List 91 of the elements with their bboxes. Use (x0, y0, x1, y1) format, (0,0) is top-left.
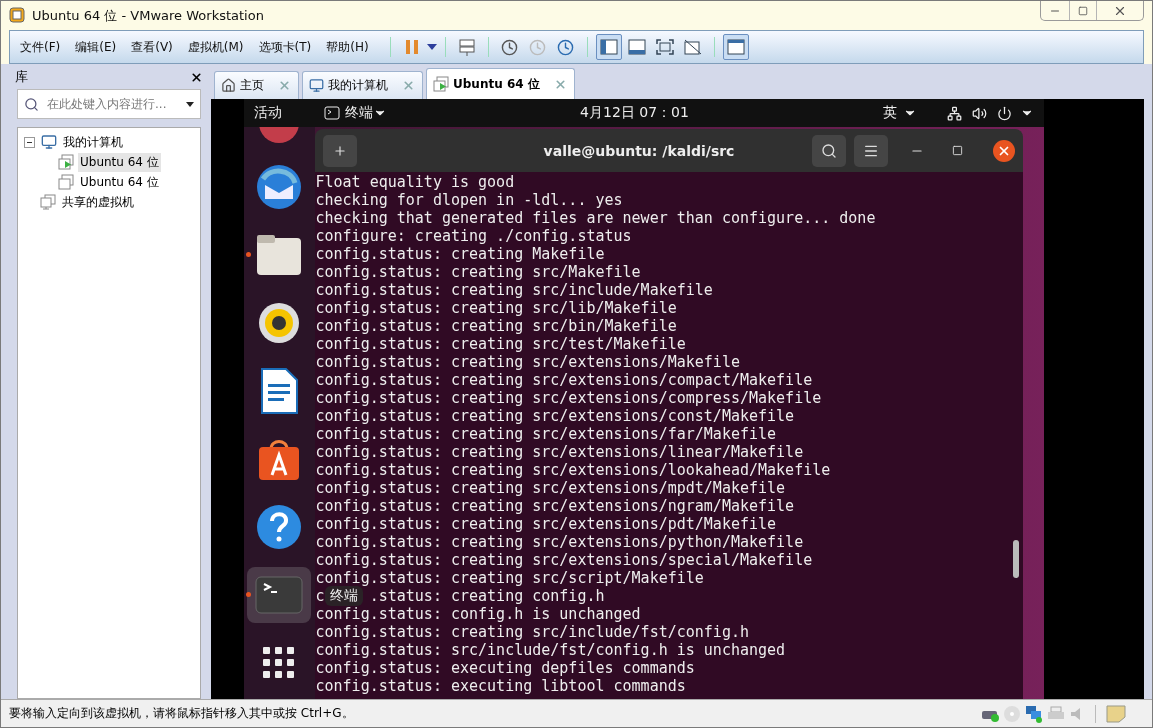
menu-item[interactable]: 查看(V) (131, 38, 181, 56)
search-field[interactable]: 在此处键入内容进行... (17, 89, 201, 119)
speaker-icon[interactable] (258, 302, 300, 344)
terminal-line: config.status: creating src/test/Makefile (315, 335, 686, 353)
close-icon[interactable] (190, 70, 203, 84)
app-grid-icon[interactable] (262, 646, 296, 680)
menu-button[interactable] (853, 134, 888, 167)
terminal-line: config.status: creating src/script/Makefile (315, 569, 704, 587)
dropdown-caret-icon[interactable] (426, 44, 437, 50)
window-title: Ubuntu 64 位 - VMware Workstation (32, 7, 265, 25)
search-icon (820, 142, 837, 159)
terminal-line: config.status: creating src/extensions/pdt/Makefile (315, 515, 777, 533)
monitor-icon (41, 134, 57, 150)
terminal-line: config.status: creating src/extensions/special/Makefile (315, 551, 813, 569)
terminal-line: config.status: creating src/extensions/const/Makefile (315, 407, 795, 425)
tree-item[interactable]: 共享的虚拟机 (60, 192, 136, 212)
terminal-line: config.status: creating Makefile (315, 245, 605, 263)
menu-item[interactable]: 虚拟机(M) (187, 38, 252, 56)
tab[interactable]: 我的计算机 (302, 71, 423, 99)
terminal-line: config.status: creating src/extensions/far/Makefile (315, 425, 777, 443)
document-icon[interactable] (260, 368, 298, 414)
dropdown-caret-icon (186, 101, 194, 107)
activities-button[interactable]: 活动 (253, 104, 282, 122)
running-dot (246, 252, 251, 257)
terminal-line: config.status: creating src/include/Makefile (315, 281, 713, 299)
terminal-line: checking that generated files are newer than configure... done (315, 209, 876, 227)
terminal-line: config.status: executing libtool commands (315, 677, 686, 695)
terminal-title: valle@ubuntu: /kaldi/src (542, 142, 736, 159)
terminal-line: config.status: creating src/extensions/linear/Makefile (315, 443, 804, 461)
terminal-line: config.status: creating src/extensions/lookahead/Makefile (315, 461, 831, 479)
terminal-line: config.status: config.h is unchanged (315, 605, 641, 623)
vm-icon (433, 76, 449, 92)
new-tab-button[interactable] (322, 134, 357, 167)
terminal-text: c (315, 587, 325, 605)
network-adapter-icon[interactable] (1025, 704, 1043, 723)
tab[interactable]: 主页 (214, 71, 299, 99)
scrollbar-thumb[interactable] (1012, 540, 1019, 578)
terminal-line: checking for dlopen in -ldl... yes (315, 191, 623, 209)
monitor-icon (309, 78, 324, 93)
menu-item[interactable]: 编辑(E) (75, 38, 125, 56)
mail-bird-icon[interactable] (255, 163, 303, 211)
maximize-icon (1078, 5, 1088, 16)
folder-icon[interactable] (256, 234, 302, 276)
clock[interactable]: 4月12日 07：01 (580, 104, 689, 122)
close-button[interactable] (992, 139, 1015, 162)
terminal-line: config.status: creating src/extensions/compact/Makefile (315, 371, 813, 389)
status-message: 要将输入定向到该虚拟机，请将鼠标指针移入其中或按 Ctrl+G。 (9, 705, 355, 722)
running-dot (246, 592, 251, 597)
terminal-icon[interactable] (255, 576, 303, 614)
home-icon (221, 78, 236, 93)
vmware-logo-icon (9, 7, 25, 23)
maximize-icon[interactable] (951, 145, 963, 156)
network-icon[interactable] (946, 105, 962, 121)
volume-icon[interactable] (971, 105, 987, 121)
input-method[interactable]: 英 (882, 104, 897, 122)
terminal-line: config.status: creating src/extensions/python/Makefile (315, 533, 804, 551)
terminal-line: config.status: src/include/fst/config.h is unchanged (315, 641, 786, 659)
tree-item[interactable]: 我的计算机 (61, 132, 125, 152)
tree-item[interactable]: Ubuntu 64 位 (78, 172, 161, 192)
terminal-line: config.status: creating src/extensions/ngram/Makefile (315, 497, 795, 515)
tab[interactable]: Ubuntu 64 位 (426, 68, 575, 99)
collapse-toggle-icon[interactable] (24, 136, 35, 148)
terminal-line: config.status: creating src/extensions/mpdt/Makefile (315, 479, 786, 497)
terminal-icon (323, 106, 340, 120)
terminal-line: config.status: executing depfiles commands (315, 659, 695, 677)
tree-item[interactable]: Ubuntu 64 位 (78, 152, 161, 172)
search-icon (24, 96, 39, 112)
app-menu[interactable]: 终端 (344, 104, 373, 122)
terminal-text: .status: creating config.h (369, 587, 605, 605)
help-icon[interactable] (256, 504, 302, 550)
shopping-bag-icon[interactable] (257, 437, 301, 481)
terminal-line: config.status: creating src/lib/Makefile (315, 299, 677, 317)
terminal-line: config.status: creating src/include/fst/config.h (315, 623, 749, 641)
terminal-line: config.status: creating src/extensions/compress/Makefile (315, 389, 822, 407)
tooltip: 终端 (324, 586, 363, 606)
library-title: 库 (15, 68, 28, 86)
shared-vm-icon (40, 194, 56, 210)
terminal-line: config.status: creating src/extensions/Makefile (315, 353, 740, 371)
plus-icon (332, 143, 347, 158)
menu-item[interactable]: 帮助(H) (326, 38, 377, 56)
menu-item[interactable]: 选项卡(T) (258, 38, 320, 56)
terminal-line: config.status: creating src/Makefile (315, 263, 641, 281)
menu-item[interactable]: 文件(F) (20, 38, 69, 56)
sidebar-view-icon[interactable] (595, 34, 622, 60)
power-icon[interactable] (996, 105, 1012, 121)
terminal-line: config.status: creating src/bin/Makefile (315, 317, 677, 335)
terminal-line: configure: creating ./config.status (315, 227, 632, 245)
console-view-button[interactable] (722, 34, 749, 60)
search-button[interactable] (811, 134, 846, 167)
pause-icon (404, 39, 419, 55)
terminal-line: Float equality is good (315, 173, 515, 191)
